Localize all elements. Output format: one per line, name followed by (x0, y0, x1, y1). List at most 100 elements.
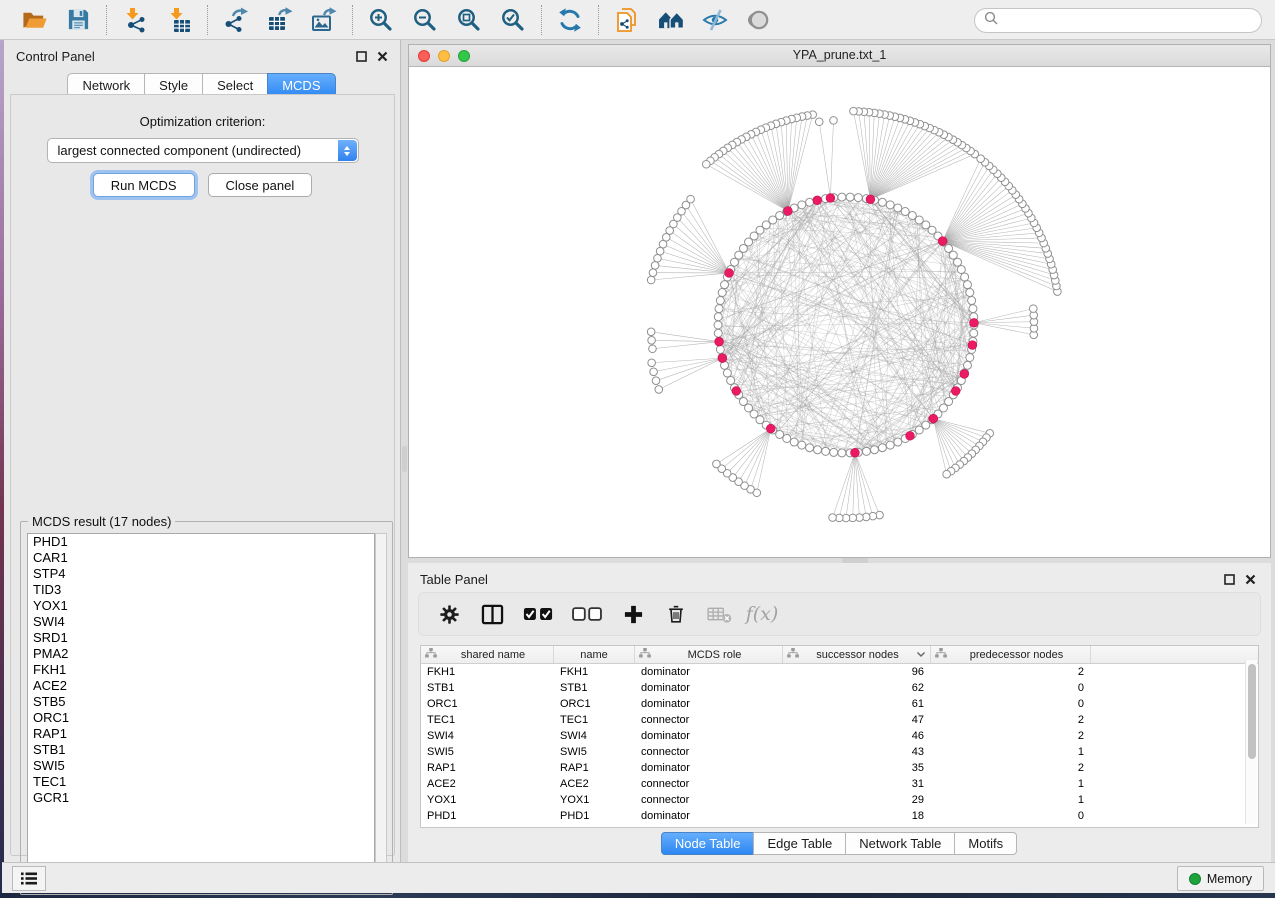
vertical-splitter-handle[interactable] (402, 446, 407, 472)
network-node[interactable] (886, 201, 894, 209)
table-row[interactable]: SWI4SWI4dominator462 (421, 728, 1258, 744)
network-node[interactable] (830, 448, 838, 456)
network-node[interactable] (776, 430, 784, 438)
import-table-icon[interactable] (165, 6, 193, 34)
table-scrollbar-thumb[interactable] (1248, 664, 1256, 759)
table-row[interactable]: RAP1RAP1dominator352 (421, 760, 1258, 776)
network-node[interactable] (830, 117, 838, 125)
network-node[interactable] (894, 204, 902, 212)
export-table-icon[interactable] (266, 6, 294, 34)
zoom-selected-icon[interactable] (499, 6, 527, 34)
column-header-name[interactable]: name (554, 646, 635, 663)
mcds-node[interactable] (783, 207, 792, 216)
mcds-result-item[interactable]: SRD1 (28, 630, 374, 646)
network-node[interactable] (961, 273, 969, 281)
network-node[interactable] (798, 201, 806, 209)
network-node[interactable] (969, 305, 977, 313)
network-node[interactable] (814, 446, 822, 454)
column-header-shared-name[interactable]: shared name (421, 646, 554, 663)
table-row[interactable]: STB1STB1dominator620 (421, 680, 1258, 696)
network-node[interactable] (878, 444, 886, 452)
tab-edge-table[interactable]: Edge Table (753, 832, 846, 855)
table-scrollbar-track[interactable] (1245, 660, 1257, 824)
mcds-result-item[interactable]: RAP1 (28, 726, 374, 742)
network-node[interactable] (649, 345, 657, 353)
open-session-icon[interactable] (20, 6, 48, 34)
mcds-result-item[interactable]: PMA2 (28, 646, 374, 662)
network-node[interactable] (968, 297, 976, 305)
mcds-node[interactable] (968, 341, 977, 350)
mcds-node[interactable] (970, 318, 979, 327)
settings-gear-icon[interactable] (436, 601, 462, 627)
mcds-result-item[interactable]: CAR1 (28, 550, 374, 566)
network-node[interactable] (806, 198, 814, 206)
mcds-node[interactable] (906, 431, 915, 440)
network-node[interactable] (714, 313, 722, 321)
run-mcds-button[interactable]: Run MCDS (93, 173, 195, 197)
network-node[interactable] (943, 470, 951, 478)
mcds-result-item[interactable]: YOX1 (28, 598, 374, 614)
save-session-icon[interactable] (64, 6, 92, 34)
network-node[interactable] (652, 377, 660, 385)
houses-icon[interactable] (657, 6, 685, 34)
select-all-icon[interactable] (522, 601, 554, 627)
network-node[interactable] (966, 353, 974, 361)
table-row[interactable]: FKH1FKH1dominator962 (421, 664, 1258, 680)
mcds-result-item[interactable]: ORC1 (28, 710, 374, 726)
mcds-result-item[interactable]: STB5 (28, 694, 374, 710)
refresh-icon[interactable] (556, 6, 584, 34)
network-node[interactable] (713, 460, 721, 468)
network-node[interactable] (806, 444, 814, 452)
network-node[interactable] (648, 336, 656, 344)
mcds-node[interactable] (766, 424, 775, 433)
eye-slash-icon[interactable] (701, 6, 729, 34)
zoom-in-icon[interactable] (367, 6, 395, 34)
network-node[interactable] (977, 155, 985, 163)
mcds-node[interactable] (732, 387, 741, 396)
close-panel-button[interactable]: Close panel (208, 173, 313, 197)
mcds-result-item[interactable]: PHD1 (28, 534, 374, 550)
deselect-all-icon[interactable] (571, 601, 603, 627)
eye-icon[interactable] (745, 6, 773, 34)
network-node[interactable] (886, 441, 894, 449)
network-node[interactable] (854, 194, 862, 202)
network-node[interactable] (878, 198, 886, 206)
document-network-icon[interactable] (613, 6, 641, 34)
network-node[interactable] (721, 281, 729, 289)
tab-network-table[interactable]: Network Table (845, 832, 955, 855)
mcds-node[interactable] (718, 354, 727, 363)
network-node[interactable] (650, 368, 658, 376)
mcds-result-item[interactable]: SWI5 (28, 758, 374, 774)
network-node[interactable] (970, 329, 978, 337)
mcds-node[interactable] (715, 337, 724, 346)
network-node[interactable] (850, 107, 858, 115)
delete-column-icon[interactable] (663, 601, 689, 627)
tasks-list-button[interactable] (12, 866, 46, 891)
network-node[interactable] (838, 193, 846, 201)
maximize-window-icon[interactable] (458, 50, 470, 62)
mcds-result-item[interactable]: FKH1 (28, 662, 374, 678)
network-node[interactable] (963, 361, 971, 369)
table-row[interactable]: YOX1YOX1connector291 (421, 792, 1258, 808)
table-row[interactable]: TEC1TEC1connector472 (421, 712, 1258, 728)
network-node[interactable] (815, 118, 823, 126)
mcds-result-item[interactable]: STP4 (28, 566, 374, 582)
network-node[interactable] (727, 377, 735, 385)
export-network-icon[interactable] (222, 6, 250, 34)
network-node[interactable] (647, 328, 655, 336)
mcds-node[interactable] (960, 370, 969, 379)
mcds-node[interactable] (813, 196, 822, 205)
network-node[interactable] (730, 258, 738, 266)
network-node[interactable] (655, 386, 663, 394)
network-graph-canvas[interactable] (409, 67, 1270, 557)
float-panel-icon[interactable] (1224, 572, 1235, 590)
mcds-result-scrollbar[interactable] (375, 533, 387, 888)
column-header-predecessor-nodes[interactable]: predecessor nodes (931, 646, 1091, 663)
network-node[interactable] (656, 247, 664, 255)
network-node[interactable] (822, 447, 830, 455)
network-node[interactable] (654, 254, 662, 262)
minimize-window-icon[interactable] (438, 50, 450, 62)
table-row[interactable]: SWI5SWI5connector431 (421, 744, 1258, 760)
network-node[interactable] (648, 359, 656, 367)
network-node[interactable] (649, 269, 657, 277)
